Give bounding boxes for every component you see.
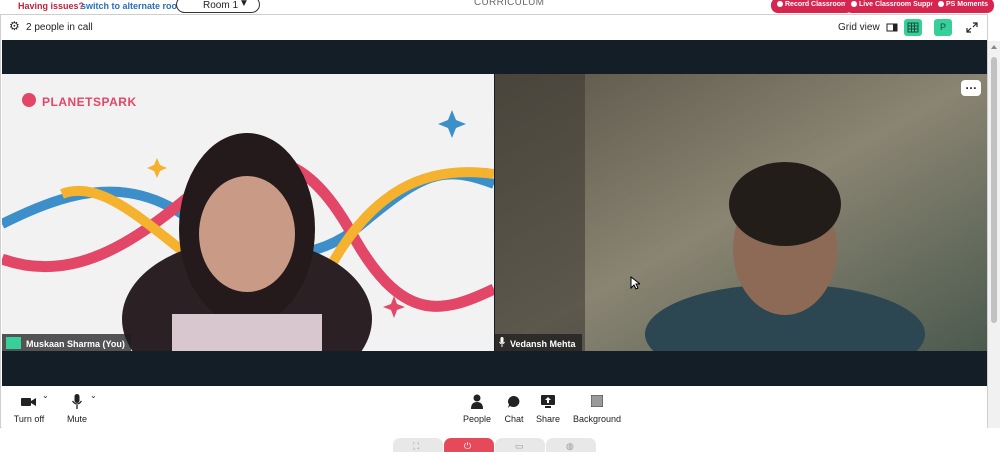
alternate-room-link[interactable]: switch to alternate room xyxy=(81,1,185,11)
grid-view-button[interactable] xyxy=(904,19,922,36)
support-dot-icon xyxy=(851,1,857,7)
record-classroom-label: Record Classroom xyxy=(785,1,848,8)
bottom-expand-icon: ⛶ xyxy=(413,441,420,451)
grid-view-icon xyxy=(907,22,919,33)
background-button[interactable]: Background xyxy=(570,393,624,424)
screen-icon: ▭ xyxy=(515,441,524,451)
participant-video-feed xyxy=(495,74,987,351)
participant-name: Vedansh Mehta xyxy=(510,339,576,349)
live-support-button[interactable]: Live Classroom Support xyxy=(845,0,946,13)
page-scrollbar[interactable] xyxy=(988,41,1000,428)
curriculum-label[interactable]: CURRICULUM xyxy=(474,0,544,8)
share-button[interactable]: Share xyxy=(534,393,562,424)
power-icon: ⏻ xyxy=(464,441,472,451)
mute-button[interactable]: Mute ⌄ xyxy=(64,391,97,424)
chat-label: Chat xyxy=(504,414,524,424)
moments-dot-icon xyxy=(938,1,944,7)
ps-moments-label: PS Moments xyxy=(946,1,989,8)
background-label: Background xyxy=(572,414,622,424)
ps-moments-button[interactable]: PS Moments xyxy=(932,0,995,13)
end-call-button[interactable]: ⏻ xyxy=(444,438,494,452)
mute-label: Mute xyxy=(66,414,87,424)
participant-name-tag: Vedansh Mehta xyxy=(495,334,582,351)
people-count: 2 people in call xyxy=(26,22,93,33)
microphone-icon xyxy=(499,337,505,349)
grid-view-label: Grid view xyxy=(838,22,880,33)
share-screen-icon xyxy=(541,395,555,408)
video-tile-participant[interactable]: … Vedansh Mehta xyxy=(495,74,987,351)
background-icon xyxy=(590,394,604,408)
settings-gear-icon[interactable]: ⚙ xyxy=(9,20,21,32)
camera-icon xyxy=(21,398,36,406)
avatar-letter: P xyxy=(939,22,946,32)
room-select[interactable]: Room 1 ▼ xyxy=(176,0,260,13)
people-icon xyxy=(471,394,483,409)
top-strip: Having issues? switch to alternate room … xyxy=(0,0,1000,14)
people-button[interactable]: People xyxy=(462,393,492,424)
having-issues-text: Having issues? xyxy=(18,1,85,11)
scroll-up-arrow-icon[interactable] xyxy=(991,45,997,49)
chat-icon xyxy=(508,396,520,408)
self-video-feed xyxy=(2,74,494,351)
caret-down-icon: ▼ xyxy=(239,0,249,9)
record-classroom-button[interactable]: Record Classroom xyxy=(771,0,854,13)
bottom-fullscreen-button[interactable]: ⛶ xyxy=(393,438,443,452)
call-controls: Turn off ⌄ Mute ⌄ People Chat Share Back… xyxy=(2,386,987,428)
self-name-tag: Muskaan Sharma (You) xyxy=(2,334,131,351)
planetspark-logo: PLANETSPARK xyxy=(42,95,137,109)
more-options-button[interactable]: … xyxy=(961,79,981,96)
mic-options-chevron-icon[interactable]: ⌄ xyxy=(90,391,97,400)
bottom-toolbar: ⛶ ⏻ ▭ ◍ xyxy=(0,428,1000,452)
turn-off-label: Turn off xyxy=(13,414,45,424)
turn-off-camera-button[interactable]: Turn off ⌄ xyxy=(12,391,49,424)
video-stage: PLANETSPARK Muskaan Sharma (You) … Vedan… xyxy=(2,40,987,386)
speaker-view-icon xyxy=(886,23,898,32)
palette-icon: ◍ xyxy=(566,441,574,451)
camera-options-chevron-icon[interactable]: ⌄ xyxy=(42,391,49,400)
expand-icon xyxy=(966,22,978,33)
call-header: ⚙ 2 people in call Grid view P xyxy=(1,15,987,40)
speaker-view-button[interactable] xyxy=(883,19,901,36)
people-label: People xyxy=(462,414,492,424)
mouse-cursor-icon xyxy=(630,276,640,290)
room-select-label: Room 1 xyxy=(203,0,239,11)
video-tile-self[interactable]: PLANETSPARK Muskaan Sharma (You) xyxy=(2,74,494,351)
call-frame: ⚙ 2 people in call Grid view P PLANETSPA… xyxy=(0,14,988,428)
speaking-indicator-icon xyxy=(6,337,21,349)
fullscreen-button[interactable] xyxy=(963,19,981,36)
bottom-palette-button[interactable]: ◍ xyxy=(546,438,596,452)
profile-avatar-button[interactable]: P xyxy=(934,19,952,36)
share-label: Share xyxy=(535,414,561,424)
scroll-thumb[interactable] xyxy=(991,57,997,323)
self-name: Muskaan Sharma (You) xyxy=(26,339,125,349)
bottom-screen-button[interactable]: ▭ xyxy=(495,438,545,452)
record-dot-icon xyxy=(777,1,783,7)
microphone-mute-icon xyxy=(71,394,83,409)
live-support-label: Live Classroom Support xyxy=(859,1,940,8)
chat-button[interactable]: Chat xyxy=(502,393,526,424)
